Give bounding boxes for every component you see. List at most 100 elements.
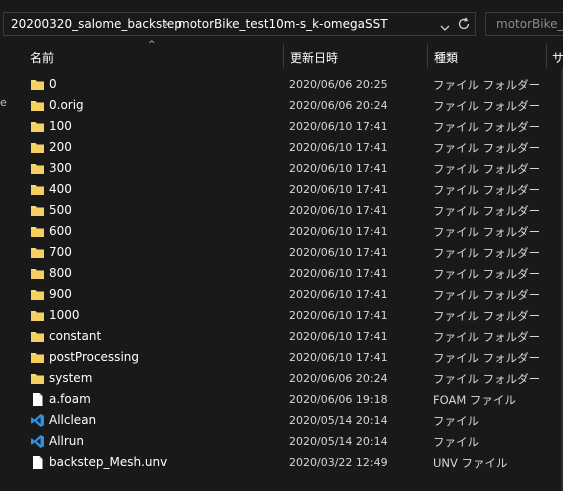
- file-name[interactable]: 400: [49, 182, 72, 196]
- file-name[interactable]: Allclean: [49, 413, 96, 427]
- file-modified-date: 2020/06/06 19:18: [289, 393, 388, 406]
- file-type: ファイル フォルダー: [433, 288, 541, 302]
- file-modified-date: 2020/06/10 17:41: [289, 225, 388, 238]
- column-header-type[interactable]: 種類: [434, 49, 458, 66]
- file-type: ファイル フォルダー: [433, 78, 541, 92]
- folder-icon: [30, 266, 45, 281]
- folder-icon: [30, 287, 45, 302]
- column-header-date[interactable]: 更新日時: [290, 49, 338, 66]
- file-type: UNV ファイル: [433, 456, 508, 470]
- folder-icon: [30, 245, 45, 260]
- file-name[interactable]: 600: [49, 224, 72, 238]
- file-name[interactable]: 0.orig: [49, 98, 84, 112]
- search-input[interactable]: motorBike_te: [485, 12, 563, 36]
- folder-icon: [30, 182, 45, 197]
- document-icon: [30, 455, 45, 470]
- breadcrumb-item-current[interactable]: motorBike_test10m-s_k-omegaSST: [178, 17, 388, 31]
- file-row[interactable]: 600 2020/06/10 17:41 ファイル フォルダー: [0, 221, 563, 242]
- file-modified-date: 2020/06/06 20:24: [289, 372, 388, 385]
- column-divider[interactable]: [427, 44, 428, 68]
- file-row[interactable]: backstep_Mesh.unv 2020/03/22 12:49 UNV ファイ…: [0, 452, 563, 473]
- file-modified-date: 2020/06/06 20:24: [289, 99, 388, 112]
- breadcrumb-separator-icon[interactable]: ›: [164, 17, 168, 30]
- file-type: ファイル フォルダー: [433, 309, 541, 323]
- file-modified-date: 2020/05/14 20:14: [289, 435, 388, 448]
- file-row[interactable]: 100 2020/06/10 17:41 ファイル フォルダー: [0, 116, 563, 137]
- column-header-name[interactable]: 名前: [30, 49, 54, 66]
- file-name[interactable]: 0: [49, 77, 57, 91]
- file-type: ファイル フォルダー: [433, 162, 541, 176]
- file-name[interactable]: 1000: [49, 308, 80, 322]
- file-type: ファイル フォルダー: [433, 183, 541, 197]
- file-row[interactable]: 0.orig 2020/06/06 20:24 ファイル フォルダー: [0, 95, 563, 116]
- column-header-size[interactable]: サ: [552, 49, 563, 66]
- file-row[interactable]: a.foam 2020/06/06 19:18 FOAM ファイル: [0, 389, 563, 410]
- column-divider[interactable]: [283, 44, 284, 68]
- file-type: ファイル フォルダー: [433, 267, 541, 281]
- file-modified-date: 2020/06/10 17:41: [289, 120, 388, 133]
- file-name[interactable]: 800: [49, 266, 72, 280]
- file-type: ファイル フォルダー: [433, 204, 541, 218]
- folder-icon: [30, 329, 45, 344]
- file-name[interactable]: a.foam: [49, 392, 91, 406]
- file-row[interactable]: 800 2020/06/10 17:41 ファイル フォルダー: [0, 263, 563, 284]
- file-row[interactable]: 500 2020/06/10 17:41 ファイル フォルダー: [0, 200, 563, 221]
- folder-icon: [30, 140, 45, 155]
- document-icon: [30, 392, 45, 407]
- file-row[interactable]: 0 2020/06/06 20:25 ファイル フォルダー: [0, 74, 563, 95]
- file-modified-date: 2020/06/10 17:41: [289, 351, 388, 364]
- file-name[interactable]: Allrun: [49, 434, 84, 448]
- file-row[interactable]: 900 2020/06/10 17:41 ファイル フォルダー: [0, 284, 563, 305]
- folder-icon: [30, 77, 45, 92]
- column-divider[interactable]: [546, 44, 547, 68]
- file-modified-date: 2020/06/10 17:41: [289, 309, 388, 322]
- file-row[interactable]: constant 2020/06/10 17:41 ファイル フォルダー: [0, 326, 563, 347]
- file-row[interactable]: 700 2020/06/10 17:41 ファイル フォルダー: [0, 242, 563, 263]
- folder-icon: [30, 119, 45, 134]
- file-modified-date: 2020/06/10 17:41: [289, 204, 388, 217]
- file-type: ファイル フォルダー: [433, 225, 541, 239]
- address-bar[interactable]: 20200320_salome_backstep › motorBike_tes…: [3, 12, 476, 36]
- column-header: ^ 名前 更新日時 種類 サ: [0, 40, 563, 68]
- file-type: ファイル: [433, 435, 479, 449]
- file-modified-date: 2020/06/10 17:41: [289, 141, 388, 154]
- search-placeholder: motorBike_te: [496, 17, 563, 31]
- file-type: FOAM ファイル: [433, 393, 516, 407]
- address-dropdown-icon[interactable]: [439, 19, 451, 31]
- refresh-icon[interactable]: [456, 16, 472, 32]
- file-type: ファイル フォルダー: [433, 330, 541, 344]
- file-row[interactable]: 1000 2020/06/10 17:41 ファイル フォルダー: [0, 305, 563, 326]
- file-name[interactable]: constant: [49, 329, 101, 343]
- file-name[interactable]: 300: [49, 161, 72, 175]
- folder-icon: [30, 350, 45, 365]
- file-modified-date: 2020/06/10 17:41: [289, 246, 388, 259]
- file-modified-date: 2020/06/10 17:41: [289, 288, 388, 301]
- file-name[interactable]: 900: [49, 287, 72, 301]
- folder-icon: [30, 308, 45, 323]
- file-type: ファイル フォルダー: [433, 120, 541, 134]
- file-row[interactable]: postProcessing 2020/06/10 17:41 ファイル フォルダー: [0, 347, 563, 368]
- file-name[interactable]: system: [49, 371, 92, 385]
- file-modified-date: 2020/06/10 17:41: [289, 183, 388, 196]
- file-name[interactable]: 100: [49, 119, 72, 133]
- file-name[interactable]: 500: [49, 203, 72, 217]
- file-modified-date: 2020/06/10 17:41: [289, 330, 388, 343]
- file-name[interactable]: backstep_Mesh.unv: [49, 455, 167, 469]
- file-row[interactable]: 300 2020/06/10 17:41 ファイル フォルダー: [0, 158, 563, 179]
- file-list: 0 2020/06/06 20:25 ファイル フォルダー 0.orig 2020/06…: [0, 74, 563, 473]
- file-row[interactable]: 200 2020/06/10 17:41 ファイル フォルダー: [0, 137, 563, 158]
- vscode-icon: [30, 413, 45, 428]
- file-row[interactable]: system 2020/06/06 20:24 ファイル フォルダー: [0, 368, 563, 389]
- file-name[interactable]: postProcessing: [49, 350, 139, 364]
- file-type: ファイル フォルダー: [433, 372, 541, 386]
- address-bar-row: 20200320_salome_backstep › motorBike_tes…: [0, 12, 563, 38]
- file-row[interactable]: Allclean 2020/05/14 20:14 ファイル: [0, 410, 563, 431]
- file-name[interactable]: 700: [49, 245, 72, 259]
- file-type: ファイル フォルダー: [433, 99, 541, 113]
- file-row[interactable]: Allrun 2020/05/14 20:14 ファイル: [0, 431, 563, 452]
- breadcrumb-item-parent[interactable]: 20200320_salome_backstep: [11, 17, 182, 31]
- folder-icon: [30, 98, 45, 113]
- file-modified-date: 2020/05/14 20:14: [289, 414, 388, 427]
- file-row[interactable]: 400 2020/06/10 17:41 ファイル フォルダー: [0, 179, 563, 200]
- file-name[interactable]: 200: [49, 140, 72, 154]
